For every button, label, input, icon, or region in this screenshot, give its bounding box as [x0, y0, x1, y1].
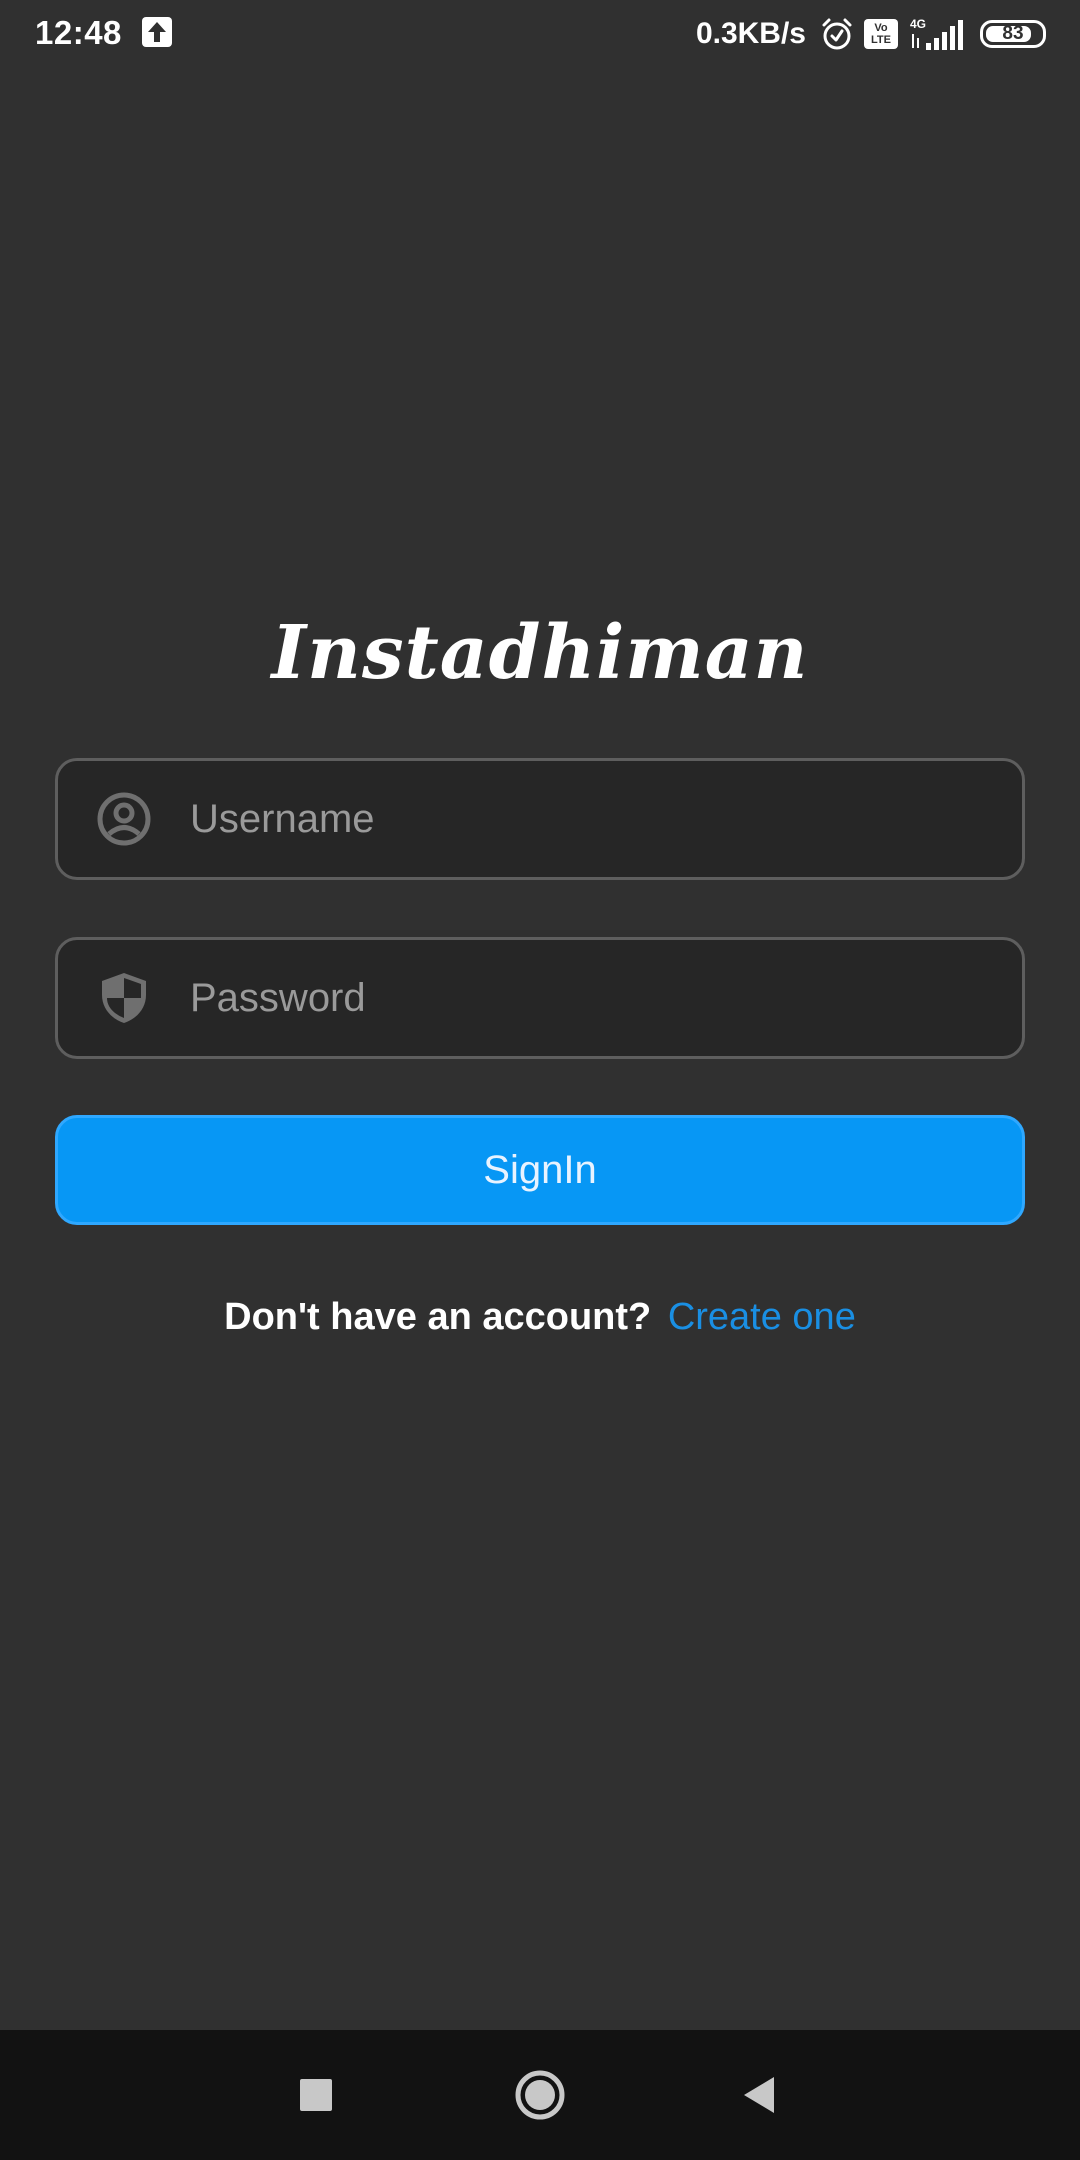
alarm-icon: [822, 18, 852, 50]
username-input[interactable]: [190, 761, 1002, 877]
battery-icon: 83: [980, 20, 1046, 48]
volte-bottom-label: LTE: [871, 34, 891, 46]
network-type-label: 4G: [910, 17, 926, 31]
network-speed: 0.3KB/s: [695, 17, 806, 50]
app-logo: Instadhiman: [271, 610, 809, 696]
upload-icon: [142, 17, 172, 47]
battery-level: 83: [1002, 23, 1024, 44]
signal-icon: 4G: [910, 17, 963, 50]
password-field[interactable]: [55, 937, 1025, 1059]
signin-button[interactable]: SignIn: [55, 1115, 1025, 1225]
signup-row: Don't have an account? Create one: [0, 1296, 1080, 1339]
status-time: 12:48: [35, 14, 122, 51]
recents-square-icon[interactable]: [286, 2065, 346, 2125]
home-circle-icon[interactable]: [510, 2065, 570, 2125]
volte-top-label: Vo: [874, 22, 888, 34]
account-circle-icon: [96, 791, 152, 847]
volte-icon: Vo LTE: [864, 19, 898, 49]
create-account-link[interactable]: Create one: [668, 1296, 856, 1338]
back-triangle-icon[interactable]: [730, 2065, 790, 2125]
status-icons: 0.3KB/s Vo LTE 4G 83: [696, 12, 1046, 56]
signup-prompt: Don't have an account?: [224, 1296, 652, 1338]
password-input[interactable]: [190, 940, 1002, 1056]
status-bar: 12:48 0.3KB/s Vo LTE 4G 83: [0, 0, 1080, 70]
shield-icon: [96, 970, 152, 1026]
navigation-bar: [0, 2030, 1080, 2160]
username-field[interactable]: [55, 758, 1025, 880]
